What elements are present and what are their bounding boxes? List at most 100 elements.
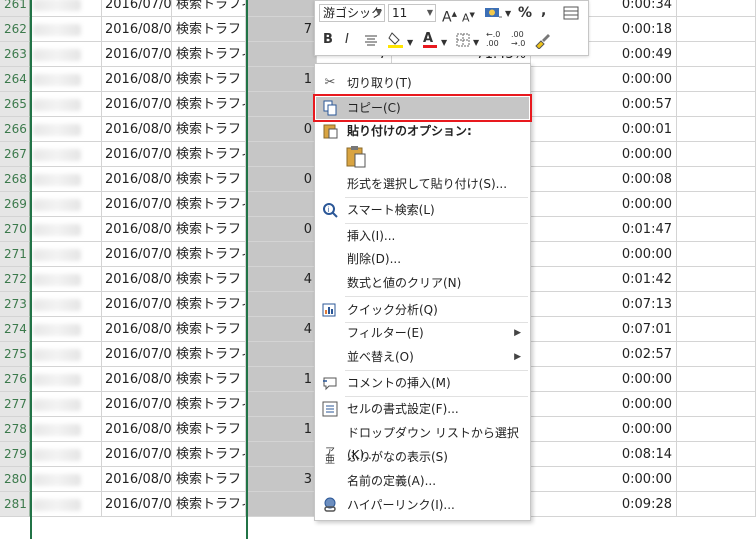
cell-source[interactable]: 検索トラフィック [172, 142, 246, 167]
cell-col-i[interactable] [677, 0, 756, 17]
cell-col-e[interactable]: 1 [246, 417, 317, 442]
menu-item-cut[interactable]: ✂ 切り取り(T) [316, 72, 529, 94]
menu-item-sort[interactable]: 並べ替え(O) ▶ [316, 346, 529, 368]
cell-col-i[interactable] [677, 342, 756, 367]
row-header[interactable]: 281 [0, 492, 30, 517]
cell-col-b[interactable] [30, 142, 102, 167]
row-header[interactable]: 270 [0, 217, 30, 242]
cell-duration[interactable]: 0:07:13 [531, 292, 677, 317]
row-header[interactable]: 272 [0, 267, 30, 292]
cell-date[interactable]: 2016/08/0 [102, 117, 172, 142]
cell-duration[interactable]: 0:00:00 [531, 142, 677, 167]
chevron-down-icon[interactable]: ▼ [407, 34, 413, 52]
cell-date[interactable]: 2016/08/0 [102, 467, 172, 492]
decrease-decimal-button[interactable]: .00 →.0 [511, 30, 533, 48]
cell-col-b[interactable] [30, 392, 102, 417]
cell-col-b[interactable] [30, 267, 102, 292]
row-header[interactable]: 263 [0, 42, 30, 67]
cell-duration[interactable]: 0:00:00 [531, 242, 677, 267]
cell-col-i[interactable] [677, 17, 756, 42]
cell-col-b[interactable] [30, 242, 102, 267]
cell-source[interactable]: 検索トラフィック [172, 0, 246, 17]
cell-date[interactable]: 2016/07/0 [102, 392, 172, 417]
cell-duration[interactable]: 0:00:57 [531, 92, 677, 117]
cell-duration[interactable]: 0:02:57 [531, 342, 677, 367]
cell-date[interactable]: 2016/08/0 [102, 367, 172, 392]
menu-item-quick-analysis[interactable]: クイック分析(Q) [316, 299, 529, 321]
cell-col-e[interactable] [246, 442, 317, 467]
cell-col-e[interactable] [246, 192, 317, 217]
cell-col-i[interactable] [677, 467, 756, 492]
cell-source[interactable]: 検索トラフィック [172, 42, 246, 67]
menu-item-clear-contents[interactable]: 数式と値のクリア(N) [316, 272, 529, 294]
cell-duration[interactable]: 0:01:47 [531, 217, 677, 242]
cell-col-e[interactable] [246, 142, 317, 167]
cell-col-e[interactable] [246, 342, 317, 367]
cell-col-e[interactable]: 0 [246, 217, 317, 242]
row-header[interactable]: 278 [0, 417, 30, 442]
cell-col-b[interactable] [30, 192, 102, 217]
cell-col-b[interactable] [30, 167, 102, 192]
cell-col-b[interactable] [30, 42, 102, 67]
cell-source[interactable]: 検索トラフ [172, 217, 246, 242]
cell-col-i[interactable] [677, 92, 756, 117]
cell-source[interactable]: 検索トラフ [172, 367, 246, 392]
row-header[interactable]: 275 [0, 342, 30, 367]
comma-style-button[interactable]: , [541, 2, 546, 20]
row-header[interactable]: 267 [0, 142, 30, 167]
cell-col-b[interactable] [30, 292, 102, 317]
cell-col-e[interactable] [246, 492, 317, 517]
cell-duration[interactable]: 0:00:00 [531, 67, 677, 92]
cell-col-b[interactable] [30, 417, 102, 442]
cell-duration[interactable]: 0:00:00 [531, 367, 677, 392]
cell-duration[interactable]: 0:01:42 [531, 267, 677, 292]
cell-col-b[interactable] [30, 0, 102, 17]
menu-item-filter[interactable]: フィルター(E) ▶ [316, 322, 529, 344]
menu-item-format-cells[interactable]: セルの書式設定(F)... [316, 398, 529, 420]
row-header[interactable]: 274 [0, 317, 30, 342]
cell-duration[interactable]: 0:08:14 [531, 442, 677, 467]
cell-date[interactable]: 2016/08/0 [102, 167, 172, 192]
cell-col-e[interactable] [246, 292, 317, 317]
menu-item-define-name[interactable]: 名前の定義(A)... [316, 470, 529, 492]
cell-duration[interactable]: 0:07:01 [531, 317, 677, 342]
cell-col-b[interactable] [30, 367, 102, 392]
menu-item-pick-from-list[interactable]: ドロップダウン リストから選択(K)... [316, 422, 529, 462]
row-header[interactable]: 266 [0, 117, 30, 142]
menu-item-hyperlink[interactable]: ハイパーリンク(I)... [316, 494, 529, 516]
cell-col-i[interactable] [677, 392, 756, 417]
row-header[interactable]: 264 [0, 67, 30, 92]
cell-col-i[interactable] [677, 142, 756, 167]
cell-col-e[interactable]: 1 [246, 367, 317, 392]
row-header[interactable]: 273 [0, 292, 30, 317]
cell-duration[interactable]: 0:00:08 [531, 167, 677, 192]
cell-source[interactable]: 検索トラフィック [172, 342, 246, 367]
cell-col-b[interactable] [30, 317, 102, 342]
cell-date[interactable]: 2016/07/0 [102, 242, 172, 267]
percent-style-button[interactable]: % [518, 4, 532, 22]
cell-col-b[interactable] [30, 92, 102, 117]
row-header[interactable]: 268 [0, 167, 30, 192]
cell-date[interactable]: 2016/08/0 [102, 217, 172, 242]
cell-source[interactable]: 検索トラフィック [172, 392, 246, 417]
cell-date[interactable]: 2016/08/0 [102, 317, 172, 342]
cell-col-i[interactable] [677, 492, 756, 517]
menu-item-show-phonetic[interactable]: ア亜 ふりがなの表示(S) [316, 446, 529, 468]
chevron-down-icon[interactable]: ▼ [473, 34, 479, 52]
cell-date[interactable]: 2016/07/0 [102, 342, 172, 367]
fill-color-button[interactable] [387, 30, 405, 55]
paste-button[interactable] [345, 145, 371, 171]
row-header[interactable]: 269 [0, 192, 30, 217]
chevron-down-icon[interactable]: ▼ [441, 34, 447, 52]
cell-col-i[interactable] [677, 367, 756, 392]
cell-date[interactable]: 2016/08/0 [102, 67, 172, 92]
cell-source[interactable]: 検索トラフ [172, 417, 246, 442]
cell-source[interactable]: 検索トラフ [172, 267, 246, 292]
cell-duration[interactable]: 0:00:00 [531, 417, 677, 442]
cell-duration[interactable]: 0:00:00 [531, 392, 677, 417]
font-name-dropdown[interactable]: 游ゴシック ▼ [319, 4, 385, 22]
cell-col-b[interactable] [30, 17, 102, 42]
format-painter-table-button[interactable] [563, 5, 579, 26]
cell-col-i[interactable] [677, 242, 756, 267]
italic-button[interactable]: I [345, 31, 349, 49]
